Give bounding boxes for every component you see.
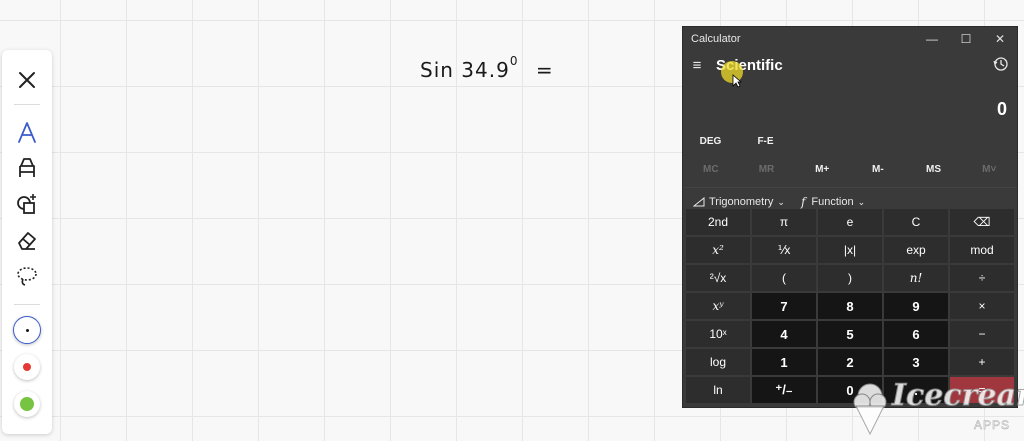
- one-key[interactable]: 1: [752, 349, 816, 375]
- keypad: 2nd π e C ⌫ x² ⅟x |x| exp mod ²√x ( ) n!…: [686, 209, 1014, 403]
- red-pen-color[interactable]: [11, 351, 43, 383]
- log-key[interactable]: log: [686, 349, 750, 375]
- mouse-cursor-icon: [732, 74, 742, 88]
- memory-row: MC MR M+ M- MS M˅: [683, 157, 1017, 181]
- three-key[interactable]: 3: [884, 349, 948, 375]
- m-minus-button[interactable]: M-: [850, 164, 906, 175]
- five-key[interactable]: 5: [818, 321, 882, 347]
- calculator-window: Calculator — ☐ ✕ ≡ Scientific 0 DEG F-E …: [683, 27, 1017, 407]
- power-key[interactable]: xʸ: [686, 293, 750, 319]
- divide-key[interactable]: ÷: [950, 265, 1014, 291]
- eraser-icon[interactable]: [11, 224, 43, 256]
- close-icon[interactable]: [11, 64, 43, 96]
- mc-button[interactable]: MC: [683, 164, 739, 175]
- seven-key[interactable]: 7: [752, 293, 816, 319]
- m-plus-button[interactable]: M+: [794, 164, 850, 175]
- exp-key[interactable]: exp: [884, 237, 948, 263]
- clear-key[interactable]: C: [884, 209, 948, 235]
- nine-key[interactable]: 9: [884, 293, 948, 319]
- green-pen-color[interactable]: [11, 388, 43, 420]
- title-bar: Calculator — ☐ ✕: [683, 27, 1017, 51]
- chevron-down-icon: ⌄: [857, 196, 866, 207]
- ice-cream-logo-icon: [853, 383, 887, 436]
- pen-icon[interactable]: [11, 116, 43, 148]
- close-paren-key[interactable]: ): [818, 265, 882, 291]
- square-key[interactable]: x²: [686, 237, 750, 263]
- black-pen-color[interactable]: [11, 314, 43, 346]
- fe-button[interactable]: F-E: [738, 136, 793, 147]
- two-key[interactable]: 2: [818, 349, 882, 375]
- angle-row: DEG F-E: [683, 125, 1017, 157]
- second-key[interactable]: 2nd: [686, 209, 750, 235]
- negate-key[interactable]: ⁺/₋: [752, 377, 816, 403]
- mode-bar: ≡ Scientific: [683, 51, 1017, 88]
- drawing-toolbar: [2, 50, 52, 434]
- function-icon: f: [800, 195, 806, 209]
- watermark-sub: APPS: [974, 418, 1011, 433]
- history-icon[interactable]: [993, 56, 1009, 72]
- mr-button[interactable]: MR: [739, 164, 795, 175]
- menu-icon[interactable]: ≡: [683, 57, 711, 74]
- function-label: Function: [811, 196, 854, 208]
- multiply-key[interactable]: ×: [950, 293, 1014, 319]
- sqrt-key[interactable]: ²√x: [686, 265, 750, 291]
- toolbar-divider: [14, 304, 40, 305]
- chevron-down-icon: ⌄: [777, 196, 785, 207]
- six-key[interactable]: 6: [884, 321, 948, 347]
- reciprocal-key[interactable]: ⅟x: [752, 237, 816, 263]
- mod-key[interactable]: mod: [950, 237, 1014, 263]
- minimize-icon[interactable]: —: [915, 27, 949, 51]
- triangle-icon: [693, 197, 705, 207]
- lasso-icon[interactable]: [11, 260, 43, 292]
- function-dropdown[interactable]: f Function ⌄: [801, 195, 865, 209]
- pi-key[interactable]: π: [752, 209, 816, 235]
- equation-text: Sin 34.9: [420, 58, 510, 82]
- equals-sign: =: [535, 58, 554, 82]
- toolbar-divider: [14, 104, 40, 105]
- icecream-apps-watermark: Icecream APPS: [850, 378, 1024, 438]
- highlighter-icon[interactable]: [11, 152, 43, 184]
- eight-key[interactable]: 8: [818, 293, 882, 319]
- ten-power-key[interactable]: 10ˣ: [686, 321, 750, 347]
- shapes-icon[interactable]: [11, 188, 43, 220]
- factorial-key[interactable]: n!: [884, 265, 948, 291]
- backspace-key[interactable]: ⌫: [950, 209, 1014, 235]
- window-title: Calculator: [691, 33, 741, 45]
- handwritten-equation: Sin 34.90 =: [420, 54, 554, 82]
- ms-button[interactable]: MS: [906, 164, 962, 175]
- close-window-icon[interactable]: ✕: [983, 27, 1017, 51]
- deg-button[interactable]: DEG: [683, 136, 738, 147]
- trigonometry-dropdown[interactable]: Trigonometry ⌄: [693, 196, 785, 208]
- ln-key[interactable]: ln: [686, 377, 750, 403]
- abs-key[interactable]: |x|: [818, 237, 882, 263]
- trigonometry-label: Trigonometry: [709, 196, 774, 208]
- four-key[interactable]: 4: [752, 321, 816, 347]
- degree-symbol: 0: [509, 54, 519, 69]
- maximize-icon[interactable]: ☐: [949, 27, 983, 51]
- e-key[interactable]: e: [818, 209, 882, 235]
- subtract-key[interactable]: −: [950, 321, 1014, 347]
- watermark-brand: Icecream: [892, 378, 1024, 414]
- open-paren-key[interactable]: (: [752, 265, 816, 291]
- memory-list-button[interactable]: M˅: [961, 164, 1017, 175]
- add-key[interactable]: +: [950, 349, 1014, 375]
